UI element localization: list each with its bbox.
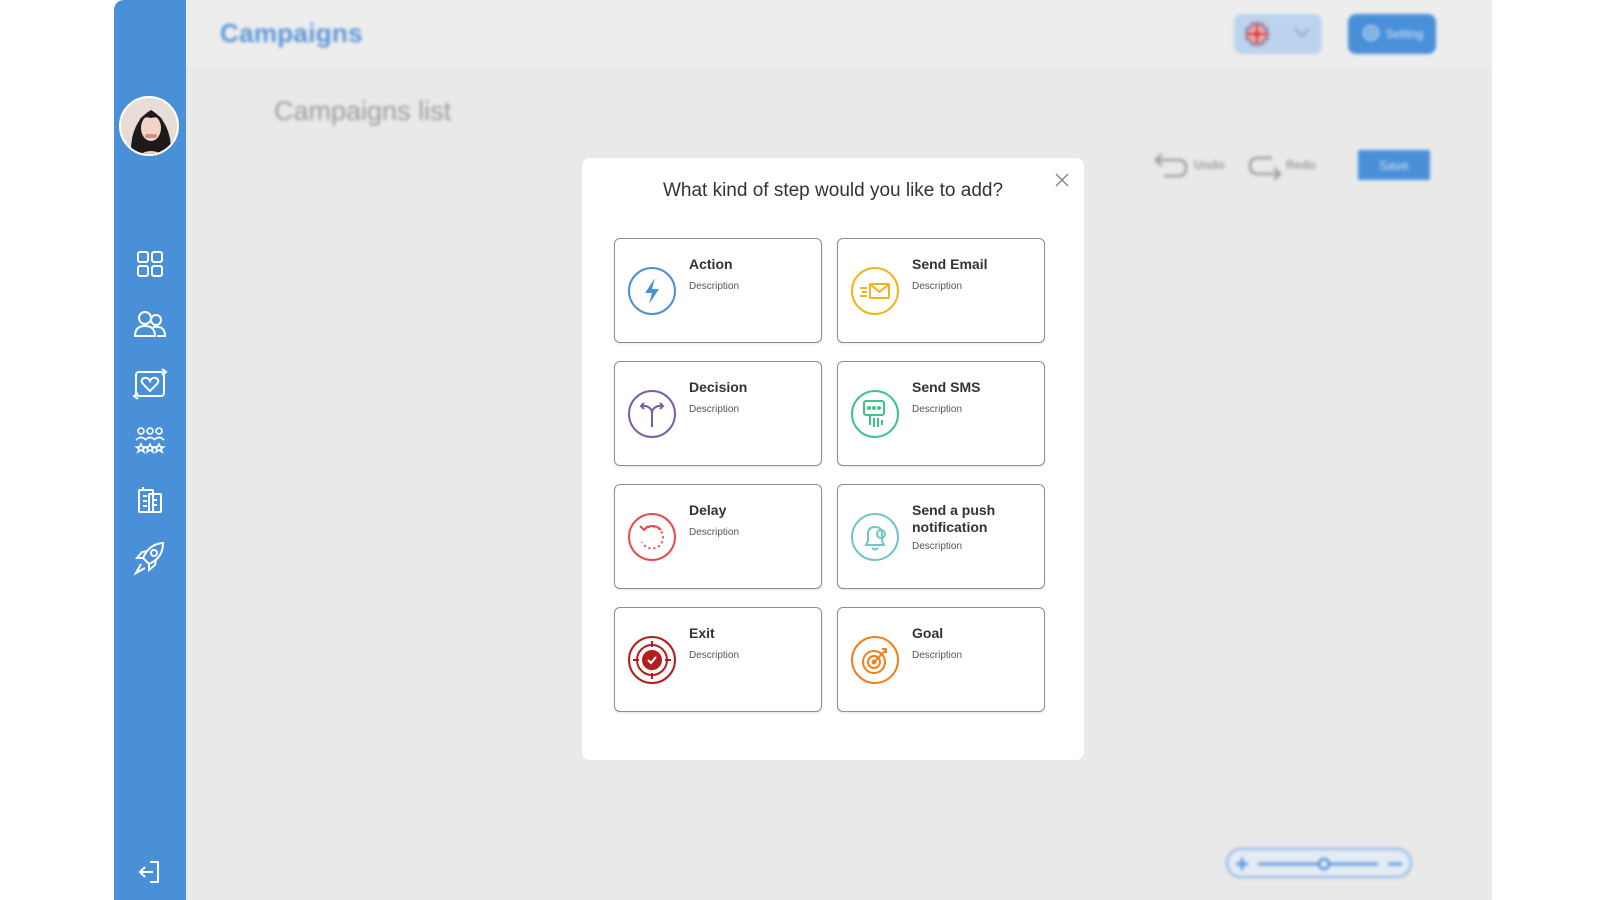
step-name: Send a push notification <box>912 502 996 535</box>
close-icon <box>1055 173 1069 187</box>
step-option-send-sms[interactable]: Send SMS Description <box>837 361 1045 466</box>
users-icon[interactable] <box>130 304 170 344</box>
step-name: Decision <box>689 379 748 395</box>
app-title: Campaigns <box>220 18 363 48</box>
undo-icon <box>1154 153 1188 178</box>
goal-icon <box>851 636 899 684</box>
step-option-decision[interactable]: Decision Description <box>614 361 822 466</box>
sidebar <box>114 0 186 900</box>
rocket-icon[interactable] <box>130 538 170 578</box>
user-avatar[interactable] <box>119 96 179 156</box>
segments-icon[interactable] <box>130 420 170 460</box>
language-selector[interactable] <box>1234 14 1322 54</box>
step-description: Description <box>689 281 740 292</box>
step-name: Action <box>689 256 733 272</box>
undo-button[interactable]: Undo <box>1154 150 1225 180</box>
step-name: Send Email <box>912 256 988 272</box>
step-description: Description <box>689 404 740 415</box>
step-name: Goal <box>912 625 944 641</box>
logout-icon[interactable] <box>130 852 170 892</box>
step-name: Send SMS <box>912 379 981 395</box>
step-description: Description <box>912 404 963 415</box>
step-description: Description <box>689 650 740 661</box>
zoom-slider[interactable] <box>1226 848 1412 878</box>
modal-title: What kind of step would you like to add? <box>662 180 1004 201</box>
close-button[interactable] <box>1052 170 1072 190</box>
redo-label: Redo <box>1286 158 1316 172</box>
step-description: Description <box>912 541 963 552</box>
step-name: Exit <box>689 625 715 641</box>
uk-flag-icon <box>1245 22 1269 46</box>
email-icon <box>851 267 899 315</box>
save-button[interactable]: Save <box>1358 150 1430 180</box>
chevron-down-icon <box>1292 26 1312 45</box>
page-title: Campaigns list <box>274 96 452 126</box>
step-description: Description <box>912 281 963 292</box>
dashboard-icon[interactable] <box>130 244 170 284</box>
step-option-send-push-notification[interactable]: Send a push notification Description <box>837 484 1045 589</box>
step-option-send-email[interactable]: Send Email Description <box>837 238 1045 343</box>
setting-label: Setting <box>1386 27 1424 41</box>
setting-button[interactable]: Setting <box>1348 14 1436 54</box>
step-option-delay[interactable]: Delay Description <box>614 484 822 589</box>
top-bar: Campaigns Setting <box>186 0 1492 68</box>
target-check-icon <box>628 636 676 684</box>
lightning-icon <box>628 267 676 315</box>
step-option-goal[interactable]: Goal Description <box>837 607 1045 712</box>
sms-icon <box>851 390 899 438</box>
loyalty-icon[interactable] <box>130 364 170 404</box>
step-name: Delay <box>689 502 727 518</box>
undo-label: Undo <box>1194 158 1225 172</box>
bell-icon <box>851 513 899 561</box>
reports-icon[interactable] <box>130 480 170 520</box>
redo-icon <box>1248 156 1282 180</box>
step-option-action[interactable]: Action Description <box>614 238 822 343</box>
redo-button[interactable]: Redo <box>1246 150 1316 180</box>
delay-icon <box>628 513 676 561</box>
step-description: Description <box>689 527 740 538</box>
step-description: Description <box>912 650 963 661</box>
split-arrow-icon <box>628 390 676 438</box>
gear-icon <box>1362 24 1380 45</box>
add-step-modal: What kind of step would you like to add?… <box>582 158 1084 760</box>
step-option-exit[interactable]: Exit Description <box>614 607 822 712</box>
